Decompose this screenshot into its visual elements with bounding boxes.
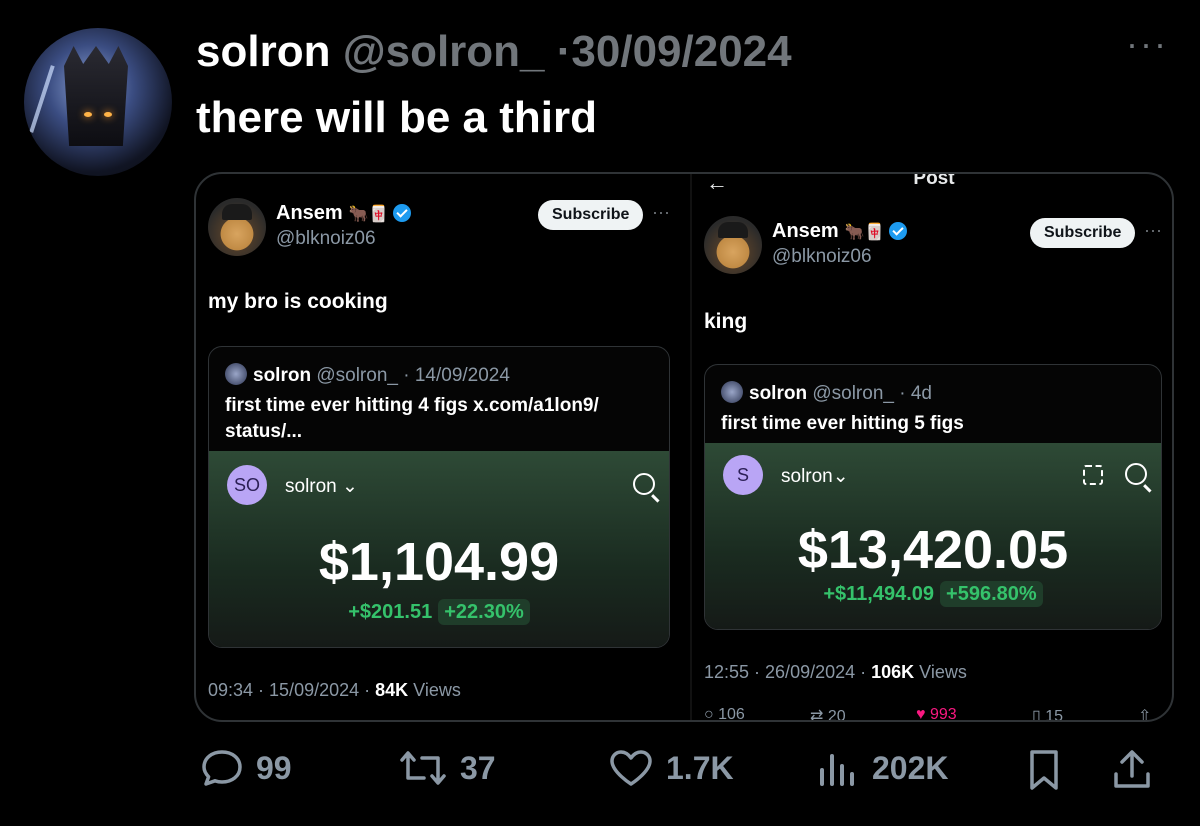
- share-icon: [1114, 750, 1150, 788]
- verified-icon: [888, 222, 907, 240]
- search-icon: [633, 473, 655, 495]
- search-icon: [1125, 463, 1147, 485]
- wallet-change: +$201.51 +22.30%: [209, 599, 669, 625]
- account-badge: S: [723, 455, 763, 495]
- screenshot-left[interactable]: Ansem 🐂🀄 @blknoiz06 Subscribe ··· my bro …: [196, 174, 686, 720]
- account-name: solron ⌄: [285, 476, 358, 497]
- quoted-tweet: solron @solron_ · 14/09/2024 first time …: [208, 346, 670, 648]
- tweet-header: solron @solron_ ·30/09/2024: [196, 26, 792, 78]
- panel-bookmark-count: ▯ 15: [1032, 708, 1064, 722]
- quote-avatar: [721, 381, 743, 403]
- panel-share-icon: ⇧: [1138, 708, 1152, 722]
- verified-icon: [392, 204, 411, 222]
- separator-dot: ·: [556, 27, 572, 76]
- ansem-name: Ansem 🐂🀄: [772, 220, 907, 243]
- panel-reply-count: ○ 106: [704, 706, 745, 722]
- action-bar: 99 37 1.7K 202K: [0, 748, 1200, 804]
- quoted-tweet: solron @solron_ · 4d first time ever hit…: [704, 364, 1162, 630]
- post-title: Post: [913, 172, 955, 189]
- expand-icon: [1083, 465, 1103, 485]
- reply-button[interactable]: 99: [200, 748, 292, 788]
- quote-header: solron @solron_ · 4d: [721, 381, 932, 405]
- ansem-name: Ansem 🐂🀄: [276, 202, 411, 225]
- wallet-balance: $13,420.05: [797, 520, 1069, 580]
- author-handle[interactable]: @solron_: [343, 27, 545, 76]
- analytics-icon: [820, 754, 854, 786]
- wallet-change: +$11,494.09 +596.80%: [705, 581, 1161, 607]
- panel-like-count: ♥ 993: [916, 706, 957, 722]
- author-name[interactable]: solron: [196, 27, 330, 76]
- quote-text: first time ever hitting 5 figs: [721, 413, 964, 434]
- ansem-avatar: [704, 216, 762, 274]
- ansem-avatar: [208, 198, 266, 256]
- like-count: 1.7K: [666, 749, 734, 786]
- lightning-decoration: [29, 65, 55, 133]
- wallet-balance: $1,104.99: [318, 532, 560, 592]
- tweet-media[interactable]: Ansem 🐂🀄 @blknoiz06 Subscribe ··· my bro …: [194, 172, 1174, 722]
- account-badge: SO: [227, 465, 267, 505]
- ansem-post-text: my bro is cooking: [208, 290, 388, 313]
- reply-icon: [202, 750, 242, 786]
- post-meta: 09:34 · 15/09/2024 · 84K Views: [208, 680, 461, 700]
- views-count: 202K: [872, 749, 949, 786]
- crown-figure: [64, 46, 128, 146]
- account-name: solron⌄: [781, 466, 849, 487]
- heart-icon: [610, 750, 652, 786]
- wallet-card: SO solron ⌄ $1,104.99 +$201.51 +22.30%: [209, 451, 669, 647]
- repost-button[interactable]: 37: [398, 748, 496, 788]
- bookmark-button[interactable]: [1024, 748, 1064, 792]
- reply-count: 99: [256, 749, 292, 786]
- tweet-text: there will be a third: [196, 93, 597, 142]
- screenshot-right[interactable]: ← Post Ansem 🐂🀄 @blknoiz06 Subscribe ··· …: [690, 172, 1172, 722]
- subscribe-button: Subscribe: [1030, 218, 1136, 248]
- repost-icon: [400, 751, 446, 785]
- subscribe-button: Subscribe: [538, 200, 644, 230]
- post-meta: 12:55 · 26/09/2024 · 106K Views: [704, 662, 967, 682]
- change-pct-badge: +22.30%: [438, 599, 530, 625]
- panel-repost-count: ⇄ 20: [810, 708, 846, 722]
- panel-more-icon: ···: [1144, 220, 1162, 240]
- quote-header: solron @solron_ · 14/09/2024: [225, 363, 510, 387]
- like-button[interactable]: 1.7K: [608, 748, 734, 788]
- repost-count: 37: [460, 749, 496, 786]
- quote-avatar: [225, 363, 247, 385]
- panel-more-icon: ···: [652, 202, 670, 222]
- ansem-handle: @blknoiz06: [772, 246, 872, 267]
- bookmark-icon: [1030, 750, 1058, 790]
- ansem-handle: @blknoiz06: [276, 228, 376, 249]
- avatar[interactable]: [24, 28, 172, 176]
- ansem-post-text: king: [704, 310, 748, 333]
- tweet-date[interactable]: 30/09/2024: [571, 27, 791, 76]
- views-button[interactable]: 202K: [816, 748, 949, 788]
- share-button[interactable]: [1110, 748, 1154, 792]
- change-pct-badge: +596.80%: [940, 581, 1043, 607]
- more-options-icon[interactable]: ···: [1126, 26, 1168, 62]
- quote-text: first time ever hitting 4 figs x.com/a1l…: [225, 395, 599, 442]
- wallet-card: S solron⌄ $13,420.05 +$11,494.09 +596.80%: [705, 443, 1161, 629]
